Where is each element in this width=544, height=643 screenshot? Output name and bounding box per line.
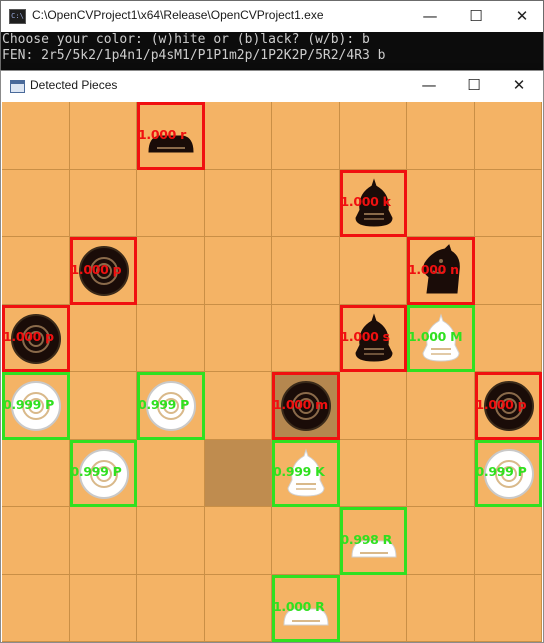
console-minimize-button[interactable]: — xyxy=(407,1,453,32)
board-square[interactable] xyxy=(204,372,272,440)
board-square[interactable] xyxy=(272,507,340,575)
board-square[interactable] xyxy=(272,102,340,170)
window-app-icon xyxy=(10,80,25,93)
detection-label: 0.998 R xyxy=(340,531,393,547)
board-square[interactable] xyxy=(204,102,272,170)
highlighted-square xyxy=(204,439,272,507)
detection-label: 0.999 P xyxy=(3,396,54,412)
detection-label: 1.000 k xyxy=(340,194,391,210)
board-square[interactable] xyxy=(137,439,205,507)
board-square[interactable] xyxy=(137,304,205,372)
board-square[interactable] xyxy=(407,372,475,440)
board-square[interactable] xyxy=(69,372,137,440)
board-square[interactable] xyxy=(69,574,137,642)
board-square[interactable] xyxy=(137,507,205,575)
board-square[interactable] xyxy=(339,439,407,507)
board-square[interactable] xyxy=(474,169,542,237)
detection-label: 1.000 R xyxy=(273,599,325,615)
board-square[interactable] xyxy=(69,169,137,237)
detection-board[interactable]: 1.000 r 1.000 k 1.000 p 1.000 n 1.000 p … xyxy=(2,102,542,642)
board-square[interactable] xyxy=(69,102,137,170)
board-square[interactable] xyxy=(474,237,542,305)
board-square[interactable] xyxy=(204,237,272,305)
detection-label: 1.000 n xyxy=(408,261,459,277)
detected-pieces-title: Detected Pieces xyxy=(30,78,118,92)
board-square[interactable] xyxy=(339,372,407,440)
board-square[interactable] xyxy=(204,574,272,642)
board-square[interactable] xyxy=(339,102,407,170)
detection-label: 0.999 P xyxy=(70,464,122,480)
board-square[interactable] xyxy=(204,169,272,237)
board-square[interactable] xyxy=(137,574,205,642)
detection-label: 1.000 s xyxy=(340,329,391,345)
board-square[interactable] xyxy=(407,102,475,170)
detection-label: 0.999 K xyxy=(273,464,325,480)
board-square[interactable] xyxy=(2,439,70,507)
console-close-button[interactable]: ✕ xyxy=(499,1,544,32)
detected-pieces-titlebar[interactable]: Detected Pieces — ☐ ✕ xyxy=(1,71,543,101)
detection-label: 1.000 p xyxy=(475,396,527,412)
board-square[interactable] xyxy=(474,102,542,170)
maximize-button[interactable]: ☐ xyxy=(451,70,497,101)
board-square[interactable] xyxy=(474,304,542,372)
detection-label: 0.999 P xyxy=(475,464,527,480)
board-square[interactable] xyxy=(407,439,475,507)
detection-label: 1.000 p xyxy=(3,329,54,345)
board-square[interactable] xyxy=(272,237,340,305)
detection-label: 1.000 m xyxy=(273,396,328,412)
board-square[interactable] xyxy=(272,304,340,372)
board-square[interactable] xyxy=(204,304,272,372)
board-square[interactable] xyxy=(204,507,272,575)
close-button[interactable]: ✕ xyxy=(496,70,542,101)
console-maximize-button[interactable]: ☐ xyxy=(453,1,499,32)
board-square[interactable] xyxy=(2,237,70,305)
board-square[interactable] xyxy=(272,169,340,237)
board-square[interactable] xyxy=(2,102,70,170)
board-square[interactable] xyxy=(137,237,205,305)
board-square[interactable] xyxy=(2,574,70,642)
detected-pieces-window[interactable]: Detected Pieces — ☐ ✕ 1.000 r 1.000 k 1.… xyxy=(0,70,544,643)
detection-label: 0.999 P xyxy=(138,396,189,412)
board-square[interactable] xyxy=(339,574,407,642)
board-square[interactable] xyxy=(69,304,137,372)
console-app-icon: C:\ xyxy=(9,9,26,24)
board-square[interactable] xyxy=(474,574,542,642)
board-square[interactable] xyxy=(69,507,137,575)
console-line-prompt: Choose your color: (w)hite or (b)lack? (… xyxy=(2,32,370,47)
detection-label: 1.000 r xyxy=(138,126,186,142)
detection-label: 1.000 p xyxy=(70,261,122,277)
board-square[interactable] xyxy=(407,574,475,642)
board-square[interactable] xyxy=(2,507,70,575)
board-square[interactable] xyxy=(2,169,70,237)
console-titlebar[interactable]: C:\ C:\OpenCVProject1\x64\Release\OpenCV… xyxy=(1,1,543,32)
board-square[interactable] xyxy=(339,237,407,305)
console-title: C:\OpenCVProject1\x64\Release\OpenCVProj… xyxy=(32,8,324,22)
console-window[interactable]: C:\ C:\OpenCVProject1\x64\Release\OpenCV… xyxy=(0,0,544,80)
console-line-fen: FEN: 2r5/5k2/1p4n1/p4sM1/P1P1m2p/1P2K2P/… xyxy=(2,48,386,63)
minimize-button[interactable]: — xyxy=(406,70,452,101)
board-square[interactable] xyxy=(137,169,205,237)
board-square[interactable] xyxy=(407,507,475,575)
detection-label: 1.000 M xyxy=(408,329,463,345)
board-square[interactable] xyxy=(407,169,475,237)
board-square[interactable] xyxy=(474,507,542,575)
